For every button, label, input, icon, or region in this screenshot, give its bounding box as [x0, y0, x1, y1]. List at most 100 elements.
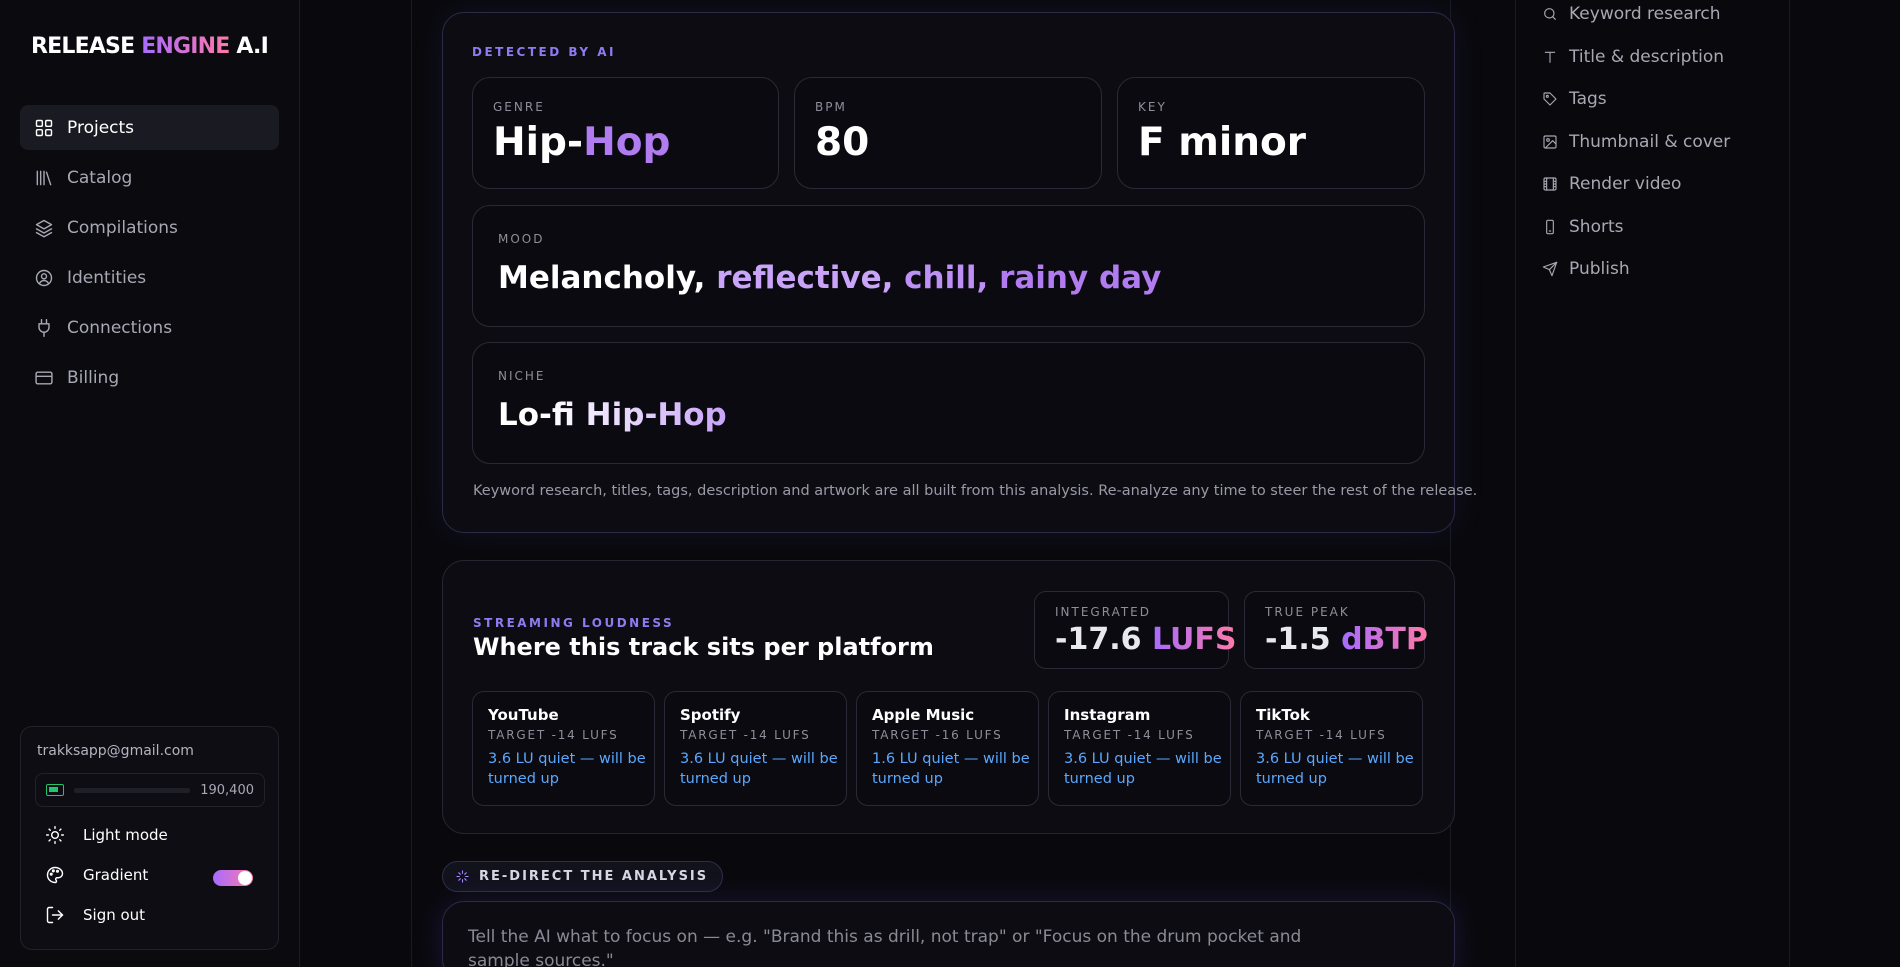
- step-publish[interactable]: Publish: [1542, 259, 1630, 279]
- sidebar-item-billing[interactable]: Billing: [20, 355, 279, 400]
- step-label: Tags: [1569, 89, 1607, 109]
- account-panel: trakksapp@gmail.com 190,400 Light mode G…: [20, 726, 279, 950]
- credit-card-icon: [35, 370, 53, 385]
- sidebar-item-label: Connections: [67, 317, 173, 338]
- library-icon: [36, 170, 52, 185]
- true-peak-label: TRUE PEAK: [1265, 605, 1350, 619]
- step-shorts[interactable]: Shorts: [1542, 217, 1623, 237]
- sidebar-nav: Projects Catalog Compilations Identities…: [20, 105, 279, 405]
- platform-target: TARGET -14 LUFS: [1064, 728, 1195, 742]
- light-mode-button[interactable]: Light mode: [45, 825, 168, 845]
- loudness-title: Where this track sits per platform: [473, 633, 934, 661]
- platform-status: 3.6 LU quiet — will be turned up: [488, 751, 646, 787]
- redirect-label: RE-DIRECT THE ANALYSIS: [479, 869, 709, 884]
- bpm-value: 80: [815, 120, 870, 165]
- step-render-video[interactable]: Render video: [1542, 174, 1681, 194]
- sidebar-item-connections[interactable]: Connections: [20, 305, 279, 350]
- platform-target: TARGET -14 LUFS: [680, 728, 811, 742]
- genre-value-part: Hip-: [493, 120, 584, 165]
- platform-card-youtube: YouTube TARGET -14 LUFS 3.6 LU quiet — w…: [472, 691, 655, 806]
- detected-analysis-card: DETECTED BY AI GENRE Hip-Hop BPM 80 KEY …: [442, 12, 1477, 533]
- loudness-card: STREAMING LOUDNESS Where this track sits…: [442, 560, 1455, 834]
- sidebar-item-label: Catalog: [67, 167, 133, 188]
- grid-icon: [35, 119, 53, 136]
- integrated-label: INTEGRATED: [1055, 605, 1152, 619]
- account-email: trakksapp@gmail.com: [37, 743, 194, 759]
- gradient-row: Gradient: [45, 865, 148, 885]
- step-label: Thumbnail & cover: [1569, 132, 1731, 152]
- mood-word: rainy day: [999, 260, 1162, 296]
- genre-value: Hip-Hop: [493, 120, 670, 165]
- true-peak-value: -1.5 dBTP: [1265, 622, 1428, 657]
- sidebar-item-projects[interactable]: Projects: [20, 105, 279, 150]
- user-circle-icon: [35, 269, 53, 286]
- step-thumbnail-cover[interactable]: Thumbnail & cover: [1542, 132, 1730, 152]
- true-peak-unit: dBTP: [1341, 622, 1428, 657]
- key-value: F minor: [1138, 120, 1307, 165]
- bpm-label: BPM: [815, 100, 847, 114]
- platform-card-instagram: Instagram TARGET -14 LUFS 3.6 LU quiet —…: [1048, 691, 1231, 806]
- platform-target: TARGET -14 LUFS: [1256, 728, 1387, 742]
- credits-count: 190,400: [200, 782, 254, 798]
- sidebar-item-label: Billing: [67, 367, 120, 388]
- layers-icon: [35, 219, 53, 237]
- platform-name: YouTube: [488, 706, 559, 724]
- platform-name: TikTok: [1256, 706, 1310, 724]
- light-mode-label: Light mode: [83, 826, 168, 844]
- bpm-tile: BPM 80: [794, 77, 1102, 189]
- sidebar-item-label: Identities: [67, 267, 147, 288]
- image-icon: [1543, 135, 1557, 149]
- steps-rail: Keyword research Title & description Tag…: [1515, 0, 1790, 967]
- step-label: Keyword research: [1569, 4, 1721, 24]
- genre-tile: GENRE Hip-Hop: [472, 77, 779, 189]
- gradient-toggle[interactable]: [213, 870, 253, 886]
- platform-status: 3.6 LU quiet — will be turned up: [680, 751, 838, 787]
- true-peak-metric: TRUE PEAK -1.5 dBTP: [1244, 591, 1428, 669]
- sign-out-label: Sign out: [83, 906, 146, 924]
- logo-text-suffix: A.I: [236, 34, 268, 59]
- genre-value-accent: Hop: [583, 120, 671, 165]
- platform-name: Spotify: [680, 706, 741, 724]
- film-icon: [1543, 177, 1557, 191]
- platform-name: Instagram: [1064, 706, 1151, 724]
- search-icon: [1544, 8, 1556, 20]
- platform-name: Apple Music: [872, 706, 975, 724]
- niche-text: Lo-fi Hip-Hop: [498, 397, 727, 433]
- sign-out-icon: [46, 906, 64, 924]
- step-label: Title & description: [1569, 47, 1725, 67]
- platform-status: 1.6 LU quiet — will be turned up: [872, 751, 1030, 787]
- app-logo[interactable]: RELEASE ENGINE A.I: [31, 34, 269, 59]
- step-label: Shorts: [1569, 217, 1624, 237]
- sidebar-item-identities[interactable]: Identities: [20, 255, 279, 300]
- credits-meter: 190,400: [35, 773, 265, 807]
- step-keyword-research[interactable]: Keyword research: [1542, 4, 1721, 24]
- palette-icon: [46, 866, 64, 884]
- sidebar-item-label: Projects: [67, 117, 135, 138]
- redirect-instructions-input[interactable]: Tell the AI what to focus on — e.g. "Bra…: [442, 901, 1455, 967]
- sidebar: RELEASE ENGINE A.I Projects Catalog Comp…: [0, 0, 300, 967]
- integrated-metric: INTEGRATED -17.6 LUFS: [1034, 591, 1236, 669]
- analysis-note: Keyword research, titles, tags, descript…: [473, 483, 1478, 499]
- sparkle-icon: [456, 870, 469, 883]
- sidebar-item-compilations[interactable]: Compilations: [20, 205, 279, 250]
- true-peak-number: -1.5: [1265, 622, 1331, 657]
- mood-word: Melancholy,: [498, 260, 717, 296]
- step-tags[interactable]: Tags: [1542, 89, 1607, 109]
- platform-status: 3.6 LU quiet — will be turned up: [1256, 751, 1414, 787]
- redirect-placeholder: Tell the AI what to focus on — e.g. "Bra…: [468, 927, 1302, 967]
- gradient-label: Gradient: [83, 866, 149, 884]
- plug-icon: [38, 318, 50, 337]
- sidebar-item-catalog[interactable]: Catalog: [20, 155, 279, 200]
- tag-icon: [1543, 92, 1557, 106]
- genre-label: GENRE: [493, 100, 545, 114]
- sign-out-button[interactable]: Sign out: [45, 905, 145, 925]
- mood-label: MOOD: [498, 232, 545, 246]
- mood-word: reflective,: [716, 260, 905, 296]
- integrated-value: -17.6 LUFS: [1055, 622, 1236, 657]
- platform-status: 3.6 LU quiet — will be turned up: [1064, 751, 1222, 787]
- step-label: Publish: [1569, 259, 1630, 279]
- integrated-unit: LUFS: [1151, 622, 1237, 657]
- step-title-description[interactable]: Title & description: [1542, 47, 1724, 67]
- key-tile: KEY F minor: [1117, 77, 1425, 189]
- platform-target: TARGET -16 LUFS: [872, 728, 1003, 742]
